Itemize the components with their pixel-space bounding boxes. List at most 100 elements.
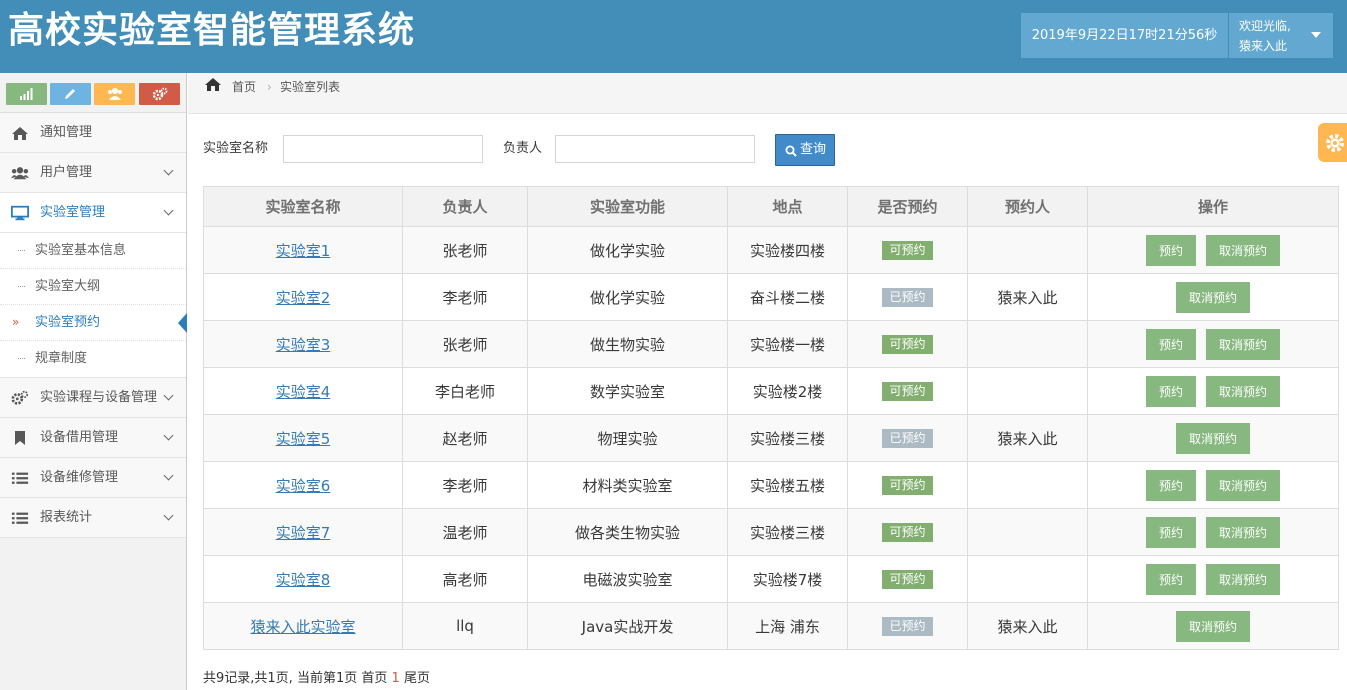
booker-cell: 猿来入此 — [967, 602, 1088, 650]
status-cell: 可预约 — [847, 226, 968, 274]
book-button[interactable]: 预约 — [1146, 563, 1196, 595]
book-button[interactable]: 预约 — [1146, 234, 1196, 266]
chevron-down-icon — [163, 430, 174, 441]
lab-name-link[interactable]: 实验室5 — [276, 430, 331, 448]
lab-name-link[interactable]: 实验室6 — [276, 477, 331, 495]
chevron-down-icon — [163, 165, 174, 176]
lab-name-link[interactable]: 猿来入此实验室 — [250, 618, 355, 636]
sidebar-item-label: 通知管理 — [40, 125, 93, 140]
lab-name-link[interactable]: 实验室2 — [276, 289, 331, 307]
lab-name-link[interactable]: 实验室4 — [276, 383, 331, 401]
chevron-down-icon — [163, 205, 174, 216]
table-row: 实验室5 赵老师 物理实验 实验楼三楼 已预约 猿来入此 取消预约 — [203, 414, 1339, 462]
place-cell: 实验楼三楼 — [727, 508, 848, 556]
owner-cell: 张老师 — [402, 226, 528, 274]
sidebar-item-notice[interactable]: 通知管理 — [0, 113, 186, 153]
lab-name-link[interactable]: 实验室1 — [276, 242, 331, 260]
book-button[interactable]: 预约 — [1146, 375, 1196, 407]
search-icon — [785, 145, 797, 157]
owner-cell: 高老师 — [402, 555, 528, 603]
lab-name-link[interactable]: 实验室7 — [276, 524, 331, 542]
status-badge: 可预约 — [882, 523, 933, 542]
table-row: 实验室6 李老师 材料类实验室 实验楼五楼 可预约 预约 取消预约 — [203, 461, 1339, 509]
current-page-number[interactable]: 1 — [392, 671, 400, 686]
shortcut-bar — [0, 73, 186, 113]
submenu-item-lab-booking[interactable]: » 实验室预约 — [0, 305, 187, 341]
function-cell: 物理实验 — [527, 414, 728, 462]
pagination-summary: 共9记录,共1页, 当前第1页 — [203, 671, 358, 686]
cancel-booking-button[interactable]: 取消预约 — [1206, 563, 1280, 595]
cancel-booking-button[interactable]: 取消预约 — [1176, 281, 1250, 313]
settings-toggle-button[interactable] — [1318, 123, 1347, 162]
booker-cell — [967, 461, 1088, 509]
actions-cell: 取消预约 — [1087, 273, 1339, 321]
column-header: 预约人 — [967, 186, 1088, 227]
submenu-item-lab-info[interactable]: 实验室基本信息 — [0, 233, 186, 269]
cancel-booking-button[interactable]: 取消预约 — [1206, 234, 1280, 266]
shortcut-settings-button[interactable] — [139, 83, 180, 105]
sidebar-item-equipment-repair[interactable]: 设备维修管理 — [0, 458, 186, 498]
last-page-link[interactable]: 尾页 — [404, 671, 430, 686]
owner-cell: 李老师 — [402, 273, 528, 321]
shortcut-edit-button[interactable] — [50, 83, 91, 105]
cancel-booking-button[interactable]: 取消预约 — [1176, 422, 1250, 454]
submenu-item-rules[interactable]: 规章制度 — [0, 341, 186, 377]
sidebar-item-course-equipment[interactable]: 实验课程与设备管理 — [0, 378, 186, 418]
status-cell: 已预约 — [847, 273, 968, 321]
column-header: 操作 — [1087, 186, 1339, 227]
function-cell: 做化学实验 — [527, 273, 728, 321]
top-bar: 高校实验室智能管理系统 2019年9月22日17时21分56秒 欢迎光临, 猿来… — [0, 0, 1347, 73]
desktop-icon — [11, 205, 29, 221]
lab-name-link[interactable]: 实验室8 — [276, 571, 331, 589]
sidebar-item-label: 实验课程与设备管理 — [40, 390, 158, 405]
cancel-booking-button[interactable]: 取消预约 — [1206, 516, 1280, 548]
submenu-item-lab-outline[interactable]: 实验室大纲 — [0, 269, 186, 305]
lab-name-label: 实验室名称 — [203, 141, 269, 156]
lab-name-cell: 实验室7 — [203, 508, 403, 556]
tree-line — [18, 286, 25, 287]
owner-cell: 李白老师 — [402, 367, 528, 415]
pencil-icon — [65, 89, 75, 99]
owner-cell: 李老师 — [402, 461, 528, 509]
username: 猿来入此 — [1239, 39, 1288, 53]
place-cell: 实验楼四楼 — [727, 226, 848, 274]
column-header: 实验室功能 — [527, 186, 728, 227]
function-cell: Java实战开发 — [527, 602, 728, 650]
book-button[interactable]: 预约 — [1146, 328, 1196, 360]
place-cell: 实验楼一楼 — [727, 320, 848, 368]
sidebar-item-equipment-borrow[interactable]: 设备借用管理 — [0, 418, 186, 458]
owner-label: 负责人 — [503, 141, 543, 156]
cancel-booking-button[interactable]: 取消预约 — [1206, 328, 1280, 360]
sidebar-item-users[interactable]: 用户管理 — [0, 153, 186, 193]
actions-cell: 预约 取消预约 — [1087, 367, 1339, 415]
owner-input[interactable] — [555, 135, 755, 163]
users-icon — [108, 88, 122, 100]
table-header-row: 实验室名称 负责人 实验室功能 地点 是否预约 预约人 操作 — [203, 186, 1339, 227]
shortcut-users-button[interactable] — [94, 83, 135, 105]
book-button[interactable]: 预约 — [1146, 516, 1196, 548]
table-row: 实验室3 张老师 做生物实验 实验楼一楼 可预约 预约 取消预约 — [203, 320, 1339, 368]
shortcut-stats-button[interactable] — [6, 83, 47, 105]
column-header: 负责人 — [402, 186, 528, 227]
sidebar-item-lab-management[interactable]: 实验室管理 — [0, 193, 186, 233]
book-button[interactable]: 预约 — [1146, 469, 1196, 501]
breadcrumb-current: 实验室列表 — [280, 80, 341, 94]
search-button[interactable]: 查询 — [775, 134, 835, 166]
caret-down-icon — [1311, 32, 1321, 38]
sidebar-item-reports[interactable]: 报表统计 — [0, 498, 186, 538]
cancel-booking-button[interactable]: 取消预约 — [1206, 469, 1280, 501]
tree-line — [18, 358, 25, 359]
breadcrumb-home-link[interactable]: 首页 — [232, 75, 256, 99]
cancel-booking-button[interactable]: 取消预约 — [1206, 375, 1280, 407]
function-cell: 数学实验室 — [527, 367, 728, 415]
search-button-label: 查询 — [800, 142, 827, 157]
user-menu[interactable]: 欢迎光临, 猿来入此 — [1229, 13, 1333, 58]
actions-cell: 取消预约 — [1087, 602, 1339, 650]
first-page-link[interactable]: 首页 — [361, 671, 387, 686]
cancel-booking-button[interactable]: 取消预约 — [1176, 610, 1250, 642]
table-row: 实验室2 李老师 做化学实验 奋斗楼二楼 已预约 猿来入此 取消预约 — [203, 273, 1339, 321]
lab-name-link[interactable]: 实验室3 — [276, 336, 331, 354]
lab-name-input[interactable] — [283, 135, 483, 163]
home-icon — [205, 78, 221, 91]
booker-cell — [967, 320, 1088, 368]
